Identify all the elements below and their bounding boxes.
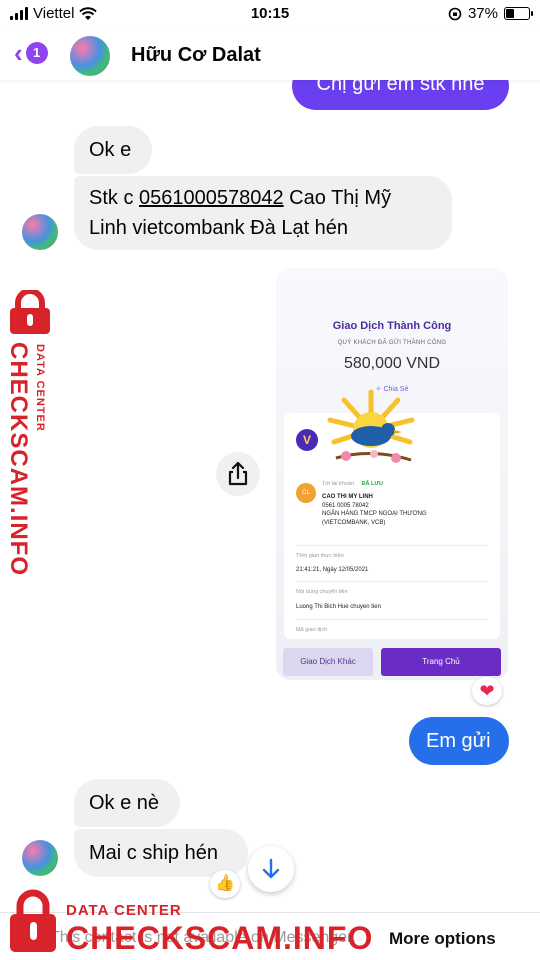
- recipient-block: CAO THI MY LINH 0561 0005 78042 NGÂN HÀN…: [322, 493, 427, 527]
- rotation-lock-icon: [448, 7, 462, 20]
- recipient-bank: NGÂN HÀNG TMCP NGOẠI THƯƠNG: [322, 511, 427, 517]
- recipient-account: 0561 0005 78042: [322, 502, 369, 509]
- contact-avatar-small: [22, 214, 58, 250]
- battery-icon: [504, 7, 533, 20]
- chevron-left-icon: ‹: [14, 38, 23, 68]
- conversation-header: ‹ 1 Hữu Cơ Dalat: [0, 30, 540, 80]
- message-incoming[interactable]: Ok e: [74, 126, 152, 174]
- divider: [296, 545, 488, 546]
- saved-tag: ĐÃ LƯU: [361, 481, 383, 487]
- contact-avatar-small: [22, 840, 58, 876]
- message-incoming[interactable]: Ok e nè: [74, 779, 180, 827]
- account-label-text: Tới tài khoản: [322, 481, 355, 487]
- time-label: Thời gian thực hiện: [296, 553, 344, 559]
- more-options-button[interactable]: More options: [389, 929, 496, 949]
- message-text: Ok e nè: [89, 792, 160, 814]
- contact-avatar[interactable]: [70, 36, 110, 76]
- battery-group: 37%: [448, 5, 533, 22]
- bird-sticker-icon: [327, 389, 415, 463]
- bank-app-logo: V: [296, 429, 318, 451]
- arrow-down-icon: [262, 858, 280, 879]
- receipt-amount: 580,000 VND: [343, 355, 441, 372]
- message-incoming[interactable]: Stk c 0561000578042 Cao Thị Mỹ Linh viet…: [74, 176, 452, 250]
- scroll-to-bottom-button[interactable]: [248, 846, 294, 892]
- unread-badge: 1: [25, 42, 48, 64]
- other-transaction-button: Giao Dịch Khác: [283, 648, 373, 676]
- share-button[interactable]: [216, 452, 260, 496]
- time-value: 21:41:21, Ngày 12/05/2021: [296, 567, 369, 573]
- receipt-image[interactable]: Giao Dịch Thành Công QUÝ KHÁCH ĐÃ GỬI TH…: [276, 268, 508, 680]
- contact-name[interactable]: Hữu Cơ Dalat: [131, 44, 261, 67]
- content-label: Nội dung chuyển tiền: [296, 589, 348, 595]
- home-button: Trang Chủ: [381, 648, 501, 676]
- watermark-label-vertical: DATA CENTER: [34, 344, 46, 432]
- messenger-screen: Viettel 10:15 37% ‹ 1 Hữu Cơ Dalat Chị g: [0, 0, 540, 960]
- recipient-initials: CL: [296, 483, 316, 503]
- heart-reaction-icon[interactable]: ❤: [472, 677, 502, 705]
- divider: [296, 619, 488, 620]
- share-icon: [228, 461, 248, 486]
- watermark-site-vertical: CHECKSCAM.INFO: [5, 342, 32, 576]
- recipient-name: CAO THI MY LINH: [322, 494, 373, 500]
- message-text: Mai c ship hén: [89, 842, 218, 864]
- message-outgoing[interactable]: Em gửi: [409, 717, 509, 765]
- back-button[interactable]: ‹ 1: [14, 38, 48, 68]
- receipt-subtitle: QUÝ KHÁCH ĐÃ GỬI THÀNH CÔNG: [337, 340, 447, 346]
- message-text: Em gửi: [426, 730, 491, 752]
- receipt-card: Giao Dịch Thành Công QUÝ KHÁCH ĐÃ GỬI TH…: [276, 268, 508, 680]
- receipt-title: Giao Dịch Thành Công: [332, 320, 452, 332]
- watermark-site: CHECKSCAM.INFO: [66, 920, 374, 956]
- watermark-label: DATA CENTER: [66, 902, 182, 919]
- divider: [296, 581, 488, 582]
- message-text: Ok e: [89, 139, 132, 161]
- lock-icon: [10, 889, 56, 952]
- message-text: Linh vietcombank Đà Lạt hén: [89, 217, 349, 239]
- code-label: Mã giao dịch: [296, 627, 328, 633]
- recipient-bank-short: (VIETCOMBANK, VCB): [322, 519, 386, 526]
- like-reaction-icon[interactable]: 👍: [210, 870, 240, 898]
- account-number-link[interactable]: 0561000578042: [139, 187, 284, 209]
- lock-icon: [10, 290, 50, 334]
- account-label: Tới tài khoản ĐÃ LƯU: [322, 481, 383, 487]
- battery-percent: 37%: [467, 5, 498, 22]
- message-text: Cao Thị Mỹ: [283, 187, 392, 209]
- content-value: Luong Thi Bich Hue chuyen tien: [296, 604, 381, 610]
- message-text: Stk c: [89, 187, 140, 209]
- status-bar: Viettel 10:15 37%: [0, 0, 540, 30]
